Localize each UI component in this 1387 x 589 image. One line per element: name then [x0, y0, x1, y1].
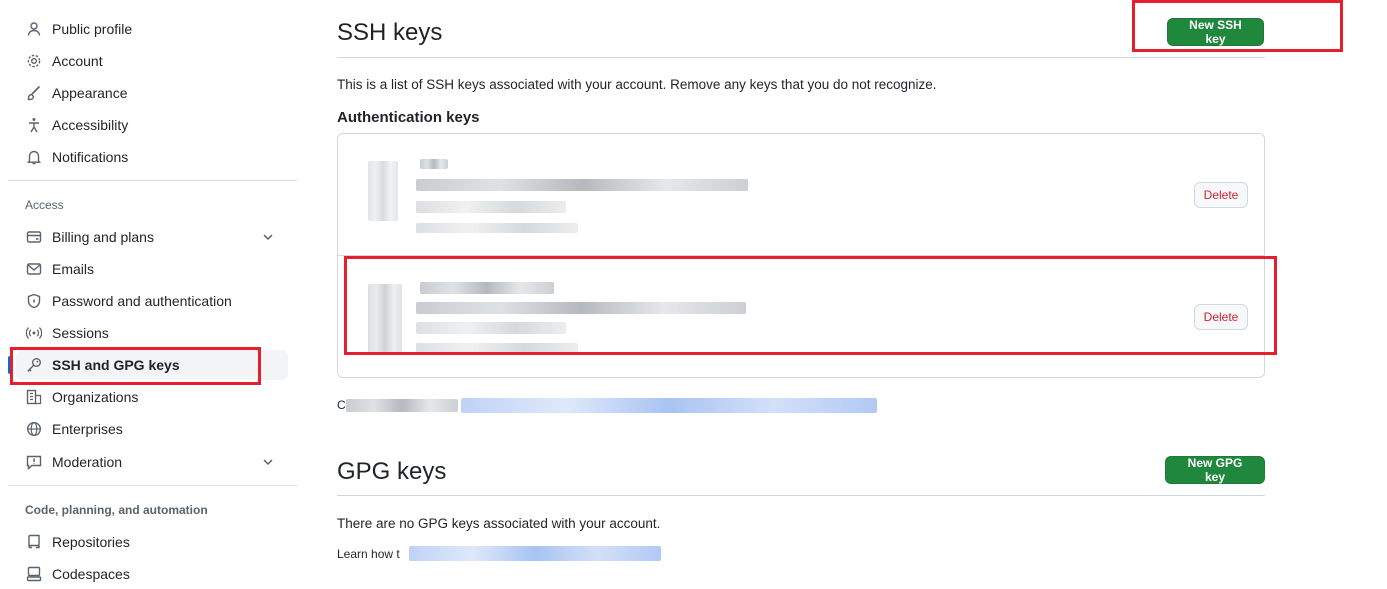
key-icon — [26, 357, 42, 373]
sidebar-divider — [8, 180, 297, 181]
sidebar-item-label: Sessions — [52, 325, 109, 341]
key-added-date — [416, 322, 566, 334]
sidebar-item-label: Appearance — [52, 85, 128, 101]
person-icon — [26, 21, 42, 37]
sidebar-item-sessions[interactable]: Sessions — [16, 318, 288, 348]
sidebar-item-notifications[interactable]: Notifications — [16, 142, 288, 172]
report-icon — [26, 454, 42, 470]
sidebar-item-organizations[interactable]: Organizations — [16, 382, 288, 412]
shield-lock-icon — [26, 293, 42, 309]
chevron-down-icon[interactable] — [260, 229, 276, 245]
gpg-learn-text: Learn how t — [337, 547, 400, 561]
accessibility-icon — [26, 117, 42, 133]
sidebar-item-label: Accessibility — [52, 117, 129, 133]
list-item: Delete — [338, 255, 1264, 376]
key-fingerprint — [416, 179, 748, 191]
ssh-footer-text-blurred — [346, 399, 458, 412]
sidebar-item-moderation[interactable]: Moderation — [16, 447, 288, 477]
credit-card-icon — [26, 229, 42, 245]
list-item: Delete — [338, 134, 1264, 254]
sidebar-divider — [8, 485, 297, 486]
section-divider — [337, 57, 1265, 58]
key-last-used — [416, 223, 578, 233]
broadcast-icon — [26, 325, 42, 341]
chevron-down-icon[interactable] — [260, 454, 276, 470]
new-ssh-key-button[interactable]: New SSH key — [1167, 18, 1264, 46]
paintbrush-icon — [26, 85, 42, 101]
key-icon — [368, 284, 402, 354]
sidebar-item-label: Enterprises — [52, 421, 123, 437]
gpg-empty-text: There are no GPG keys associated with yo… — [337, 516, 661, 531]
sidebar-item-public-profile[interactable]: Public profile — [16, 14, 288, 44]
sidebar-group-title: Code, planning, and automation — [25, 503, 208, 517]
sidebar-item-label: Password and authentication — [52, 293, 232, 309]
keys-list: Delete Delete — [337, 133, 1265, 378]
sidebar-item-appearance[interactable]: Appearance — [16, 78, 288, 108]
sidebar-item-label: SSH and GPG keys — [52, 357, 180, 373]
mail-icon — [26, 261, 42, 277]
sidebar-item-password-authentication[interactable]: Password and authentication — [16, 286, 288, 316]
ssh-description: This is a list of SSH keys associated wi… — [337, 77, 937, 92]
sidebar-item-label: Public profile — [52, 21, 133, 37]
sidebar-item-label: Notifications — [52, 149, 129, 165]
sidebar-item-repositories[interactable]: Repositories — [16, 527, 288, 557]
sidebar-item-label: Billing and plans — [52, 229, 154, 245]
sidebar-item-label: Moderation — [52, 454, 123, 470]
sidebar-item-enterprises[interactable]: Enterprises — [16, 414, 288, 444]
gear-icon — [26, 53, 42, 69]
globe-icon — [26, 421, 42, 437]
organization-icon — [26, 389, 42, 405]
sidebar-item-label: Repositories — [52, 534, 130, 550]
sidebar-item-codespaces[interactable]: Codespaces — [16, 559, 288, 589]
sidebar-item-label: Account — [52, 53, 103, 69]
codespaces-icon — [26, 566, 42, 582]
sidebar-item-label: Emails — [52, 261, 95, 277]
sidebar-group-title: Access — [25, 198, 64, 212]
ssh-footer-link[interactable] — [461, 398, 877, 413]
key-title — [420, 159, 448, 169]
sidebar-item-label: Codespaces — [52, 566, 130, 582]
sidebar-item-emails[interactable]: Emails — [16, 254, 288, 284]
sidebar-item-label: Organizations — [52, 389, 139, 405]
new-gpg-key-button[interactable]: New GPG key — [1165, 456, 1265, 484]
page-title: SSH keys — [337, 19, 443, 46]
gpg-learn-link[interactable] — [409, 546, 661, 561]
sidebar-item-accessibility[interactable]: Accessibility — [16, 110, 288, 140]
key-title — [420, 282, 554, 294]
sidebar-item-ssh-gpg-keys[interactable]: SSH and GPG keys — [8, 350, 288, 380]
key-last-used — [416, 343, 578, 353]
delete-key-button[interactable]: Delete — [1194, 304, 1248, 330]
repo-icon — [26, 534, 42, 550]
sidebar-item-billing[interactable]: Billing and plans — [16, 222, 288, 252]
delete-key-button[interactable]: Delete — [1194, 182, 1248, 208]
key-fingerprint — [416, 302, 746, 314]
section-divider — [337, 495, 1265, 496]
gpg-section-title: GPG keys — [337, 458, 447, 485]
auth-keys-title: Authentication keys — [337, 109, 480, 126]
bell-icon — [26, 149, 42, 165]
ssh-footer-text: C — [337, 398, 346, 412]
key-added-date — [416, 201, 566, 213]
sidebar-item-account[interactable]: Account — [16, 46, 288, 76]
key-icon — [368, 161, 398, 221]
